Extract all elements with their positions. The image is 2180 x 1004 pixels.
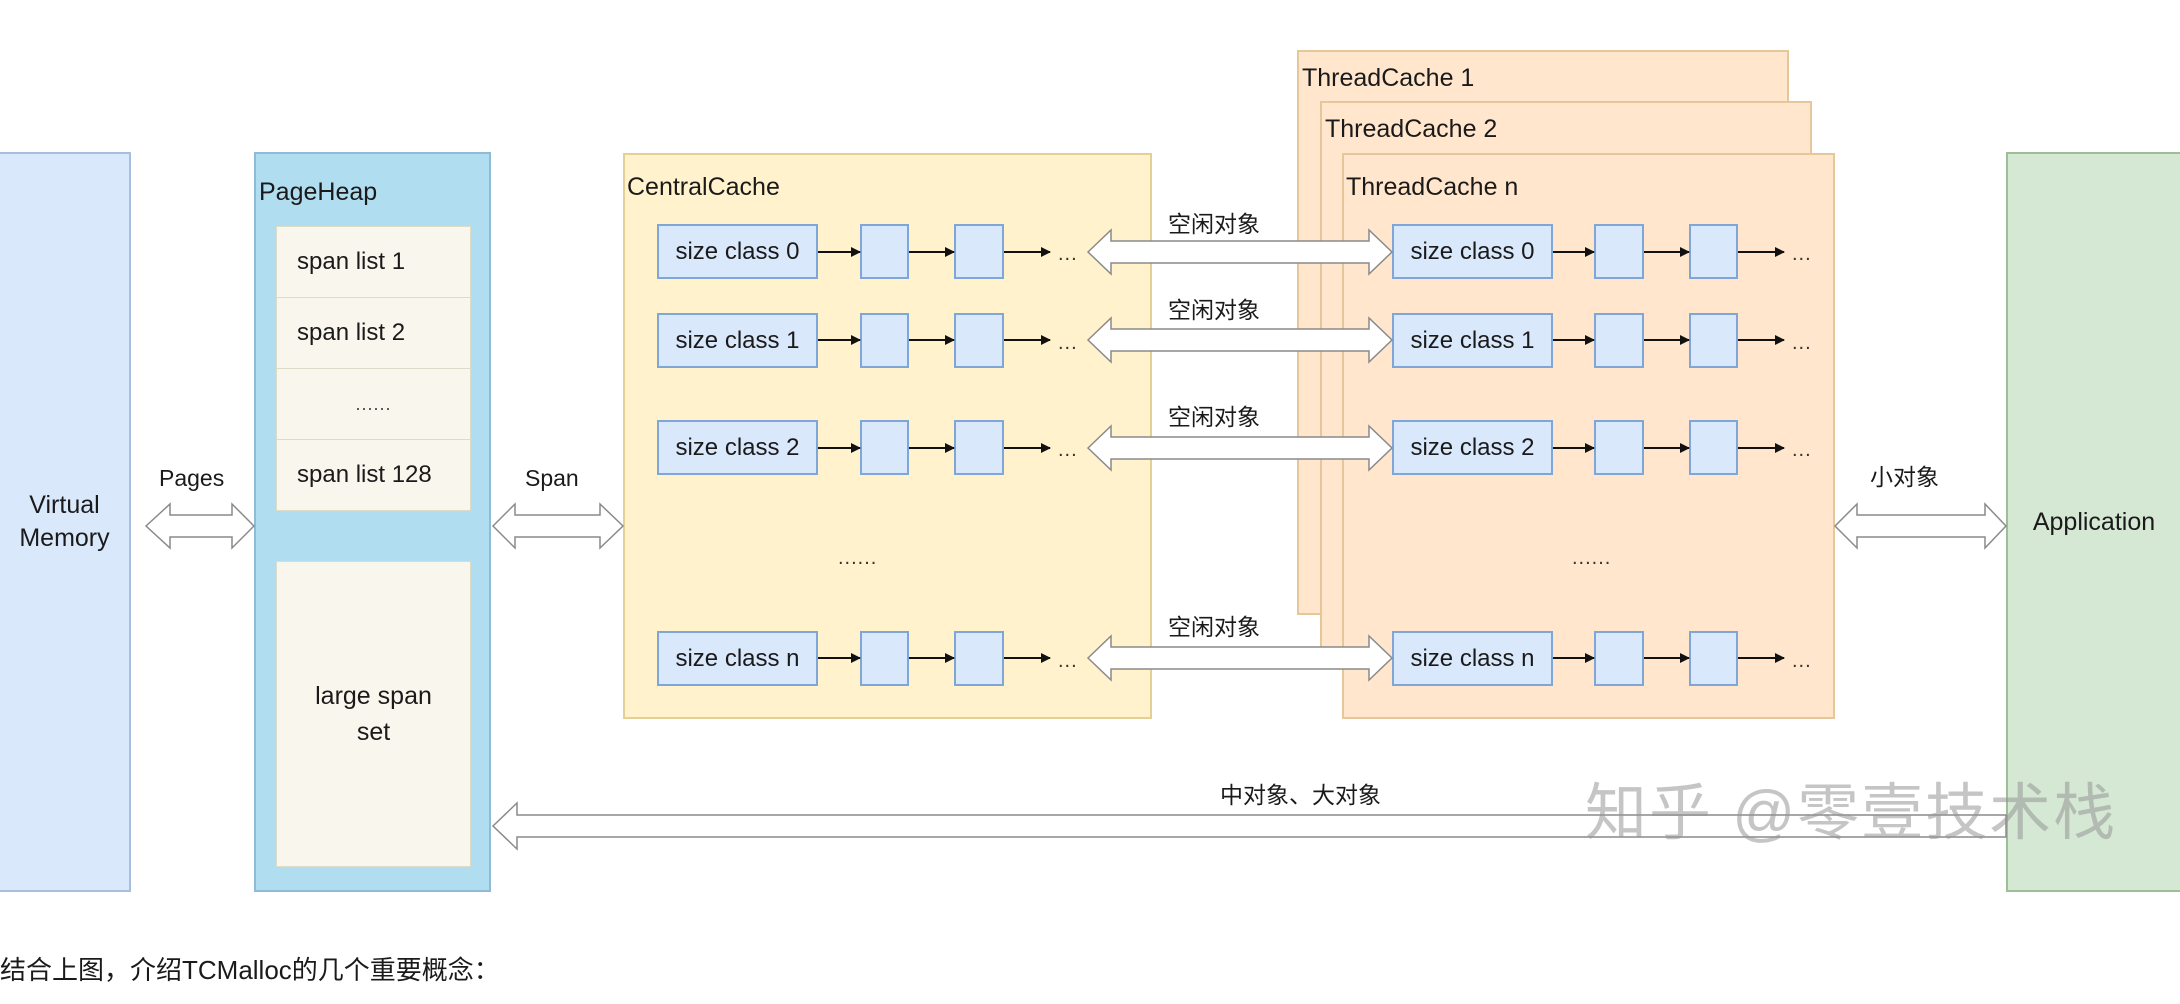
small-object-label: 小对象: [1870, 464, 1939, 490]
watermark: 知乎 @零壹技术栈: [1585, 779, 2118, 848]
caption-text: 结合上图，介绍TCMalloc的几个重要概念：: [0, 955, 500, 985]
pages-label: Pages: [159, 465, 225, 491]
connectors-layer: [144, 228, 2008, 851]
free-object-arrow-2: [1086, 424, 1394, 472]
free-object-arrow-n: [1086, 634, 1394, 682]
span-double-arrow: [491, 502, 625, 550]
free-object-label-2: 空闲对象: [1168, 404, 1260, 430]
free-object-label-1: 空闲对象: [1168, 297, 1260, 323]
medium-large-object-label: 中对象、大对象: [1220, 782, 1381, 808]
span-label: Span: [525, 465, 579, 491]
free-object-label-n: 空闲对象: [1168, 614, 1260, 640]
pages-double-arrow: [144, 502, 256, 550]
free-object-label-0: 空闲对象: [1168, 211, 1260, 237]
small-object-double-arrow: [1833, 502, 2008, 550]
